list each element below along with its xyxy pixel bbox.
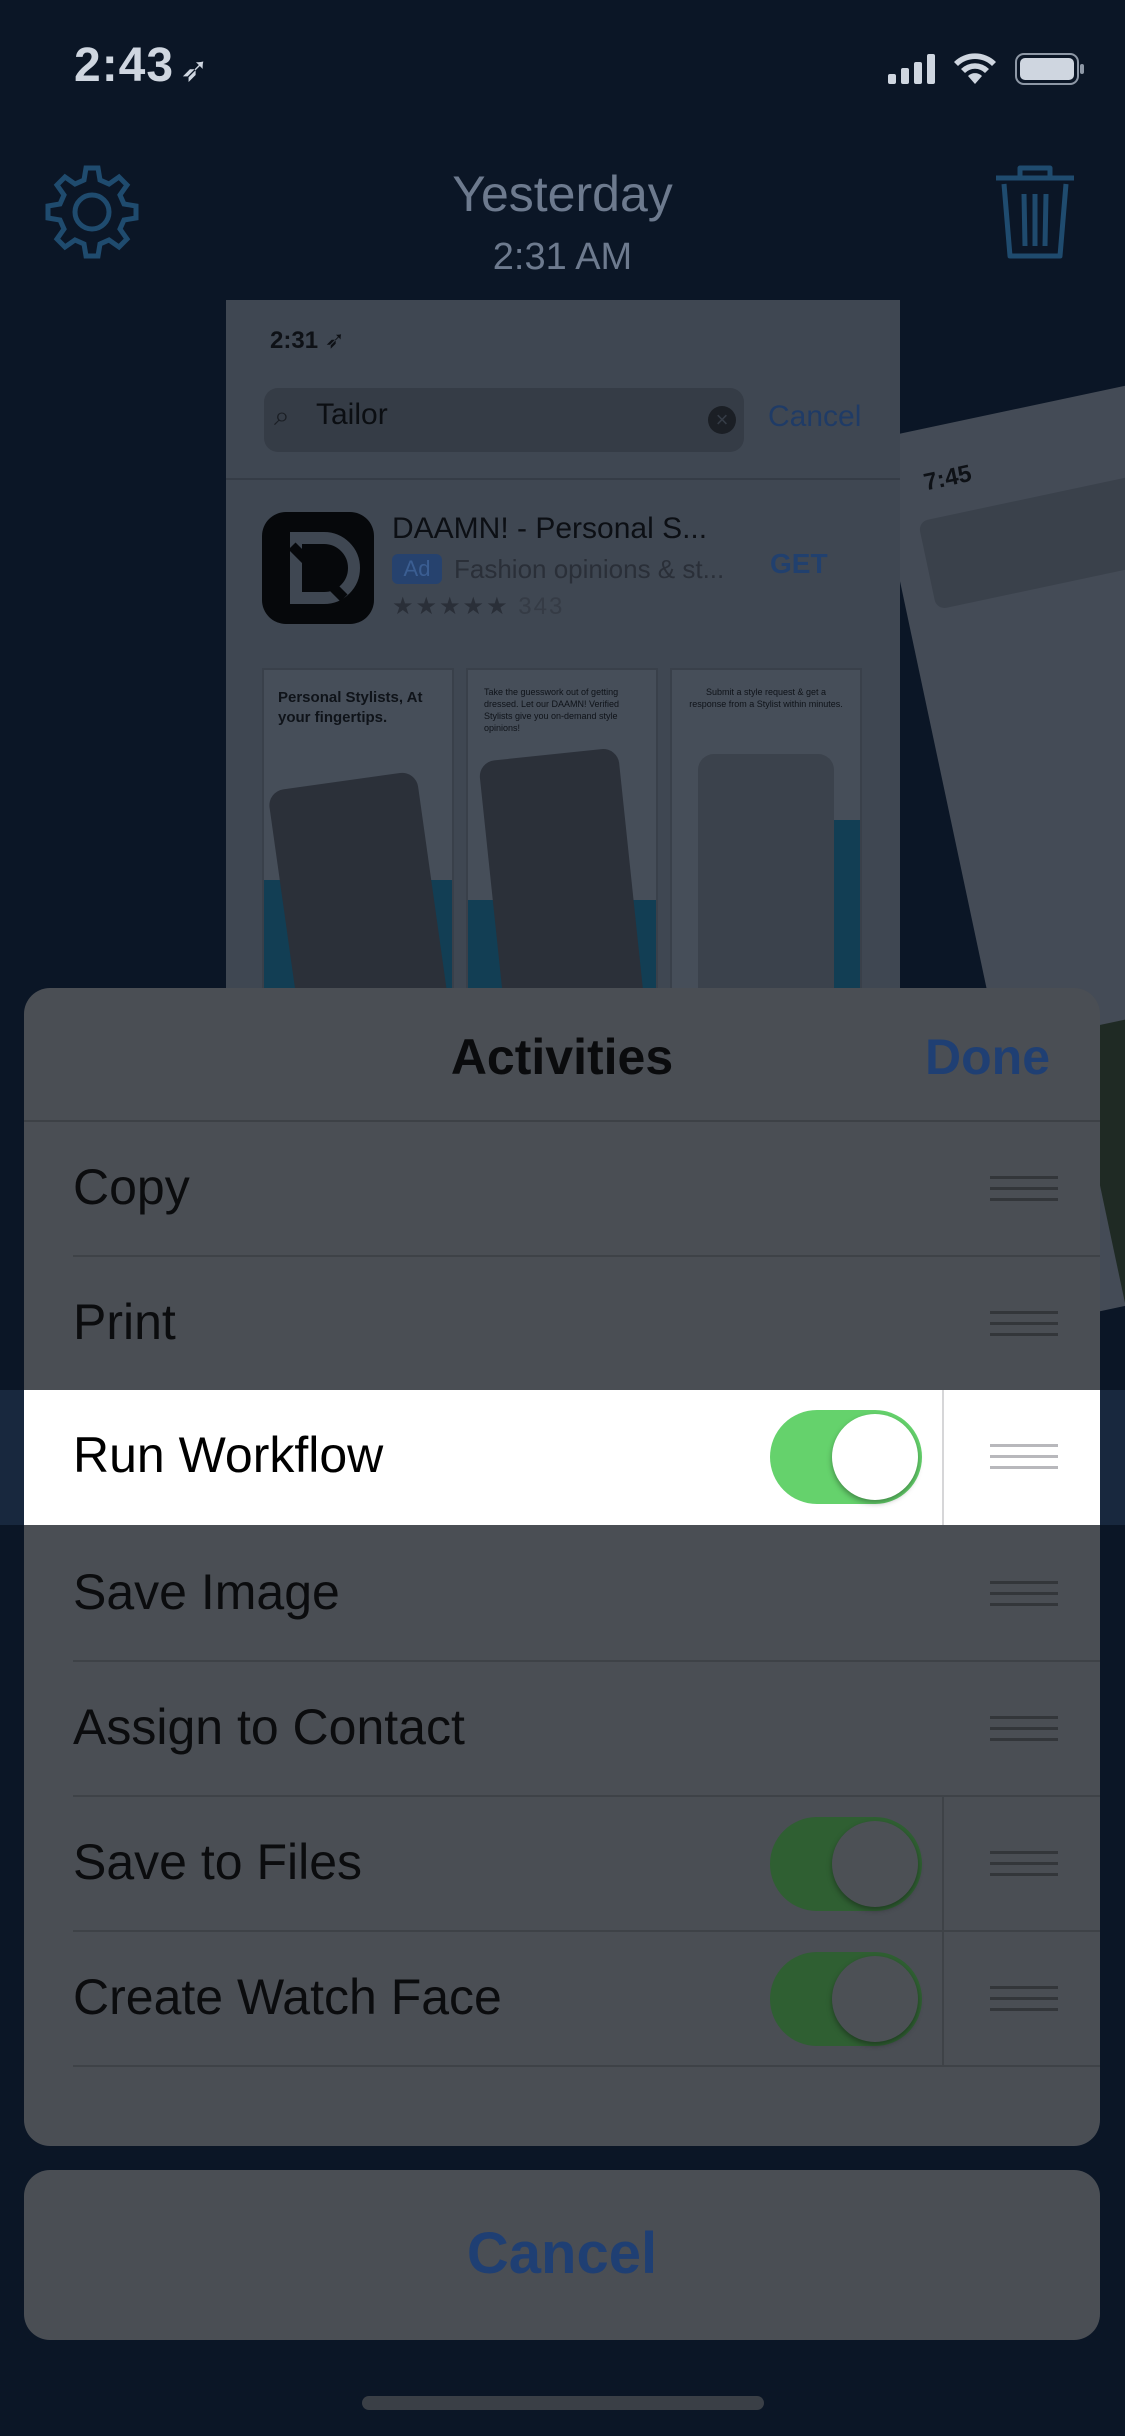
header-time: 2:31 AM	[492, 236, 633, 278]
app-name: DAAMN! - Personal S...	[392, 512, 708, 545]
row-vertical-divider	[942, 1797, 944, 1932]
search-icon: ⌕	[274, 400, 290, 431]
screenshot-divider	[226, 478, 900, 480]
status-icons	[888, 52, 1085, 86]
run-workflow-toggle[interactable]	[770, 1410, 922, 1504]
row-vertical-divider	[942, 1390, 944, 1525]
header-date: Yesterday	[452, 166, 673, 222]
toggle-knob	[832, 1821, 918, 1907]
reorder-grip-icon[interactable]	[990, 1311, 1058, 1337]
battery-icon	[1015, 53, 1084, 85]
row-vertical-divider	[942, 1932, 944, 2067]
create-watch-face-toggle[interactable]	[770, 1952, 922, 2046]
cancel-button[interactable]: Cancel	[24, 2220, 1100, 2287]
ad-badge: Ad	[392, 554, 442, 584]
app-icon	[262, 512, 374, 624]
activity-row-save-image[interactable]: Save Image	[24, 1527, 1100, 1662]
rating-count: 343	[518, 593, 565, 620]
activity-row-create-watch-face[interactable]: Create Watch Face	[24, 1932, 1100, 2067]
screenshot-time: 2:31 ➶	[270, 327, 345, 354]
cellular-signal-icon	[888, 54, 935, 84]
activity-row-copy[interactable]: Copy	[24, 1122, 1100, 1257]
preview-2-text: Take the guesswork out of getting dresse…	[484, 687, 620, 733]
app-rating: ★★★★★ 343	[392, 592, 564, 621]
rating-stars-icon: ★★★★★	[392, 593, 510, 620]
status-time-text: 2:43	[74, 39, 175, 92]
activity-row-print[interactable]: Print	[24, 1257, 1100, 1392]
screenshot2-time: 7:45	[921, 459, 974, 497]
done-button[interactable]: Done	[925, 1028, 1050, 1086]
app-subtitle: Fashion opinions & st...	[454, 554, 725, 584]
activity-row-assign-to-contact[interactable]: Assign to Contact	[24, 1662, 1100, 1797]
clear-icon: ×	[708, 406, 736, 434]
reorder-grip-icon[interactable]	[990, 1851, 1058, 1877]
screenshot-cancel: Cancel	[768, 400, 862, 433]
save-to-files-toggle[interactable]	[770, 1817, 922, 1911]
preview-1-text: Personal Stylists, At your fingertips.	[278, 689, 423, 726]
activity-label: Create Watch Face	[73, 1969, 502, 2025]
cancel-sheet[interactable]: Cancel	[24, 2170, 1100, 2340]
activity-label: Save Image	[73, 1564, 340, 1620]
row-divider	[73, 2065, 1100, 2067]
activity-row-save-to-files[interactable]: Save to Files	[24, 1797, 1100, 1932]
app-preview-1: Personal Stylists, At your fingertips.	[262, 668, 454, 1020]
preview-2-phone	[478, 747, 646, 1020]
reorder-grip-icon[interactable]	[990, 1444, 1058, 1470]
home-indicator[interactable]	[362, 2396, 764, 2410]
app-preview-3: Submit a style request & get a response …	[670, 668, 862, 1020]
reorder-grip-icon[interactable]	[990, 1986, 1058, 2012]
toggle-knob	[832, 1414, 918, 1500]
activity-label: Save to Files	[73, 1834, 363, 1890]
daamn-logo-icon	[288, 532, 360, 604]
wifi-icon	[954, 53, 996, 84]
reorder-grip-icon[interactable]	[990, 1176, 1058, 1202]
location-arrow-icon: ➶	[180, 51, 210, 89]
activity-row-run-workflow[interactable]: Run Workflow	[24, 1390, 1100, 1525]
activity-label: Run Workflow	[73, 1427, 384, 1483]
activities-sheet: Activities Done Copy Print Save Image As…	[24, 988, 1100, 2146]
preview-3-text: Submit a style request & get a response …	[689, 687, 843, 709]
screenshot-search-text: Tailor	[316, 398, 388, 431]
status-time: 2:43 ➶	[74, 38, 210, 93]
reorder-grip-icon[interactable]	[990, 1581, 1058, 1607]
activity-label: Copy	[73, 1159, 190, 1215]
activity-label: Assign to Contact	[73, 1699, 465, 1755]
app-preview-2: Take the guesswork out of getting dresse…	[466, 668, 658, 1020]
activity-label: Print	[73, 1294, 176, 1350]
preview-3-phone	[698, 754, 834, 1020]
screenshot-thumbnail[interactable]: 2:31 ➶ ⌕ Tailor × Cancel DAAMN! - Person…	[226, 300, 900, 1020]
get-button: GET	[770, 548, 828, 579]
preview-1-phone	[267, 770, 451, 1020]
trash-icon[interactable]	[990, 162, 1080, 262]
reorder-grip-icon[interactable]	[990, 1716, 1058, 1742]
toggle-knob	[832, 1956, 918, 2042]
